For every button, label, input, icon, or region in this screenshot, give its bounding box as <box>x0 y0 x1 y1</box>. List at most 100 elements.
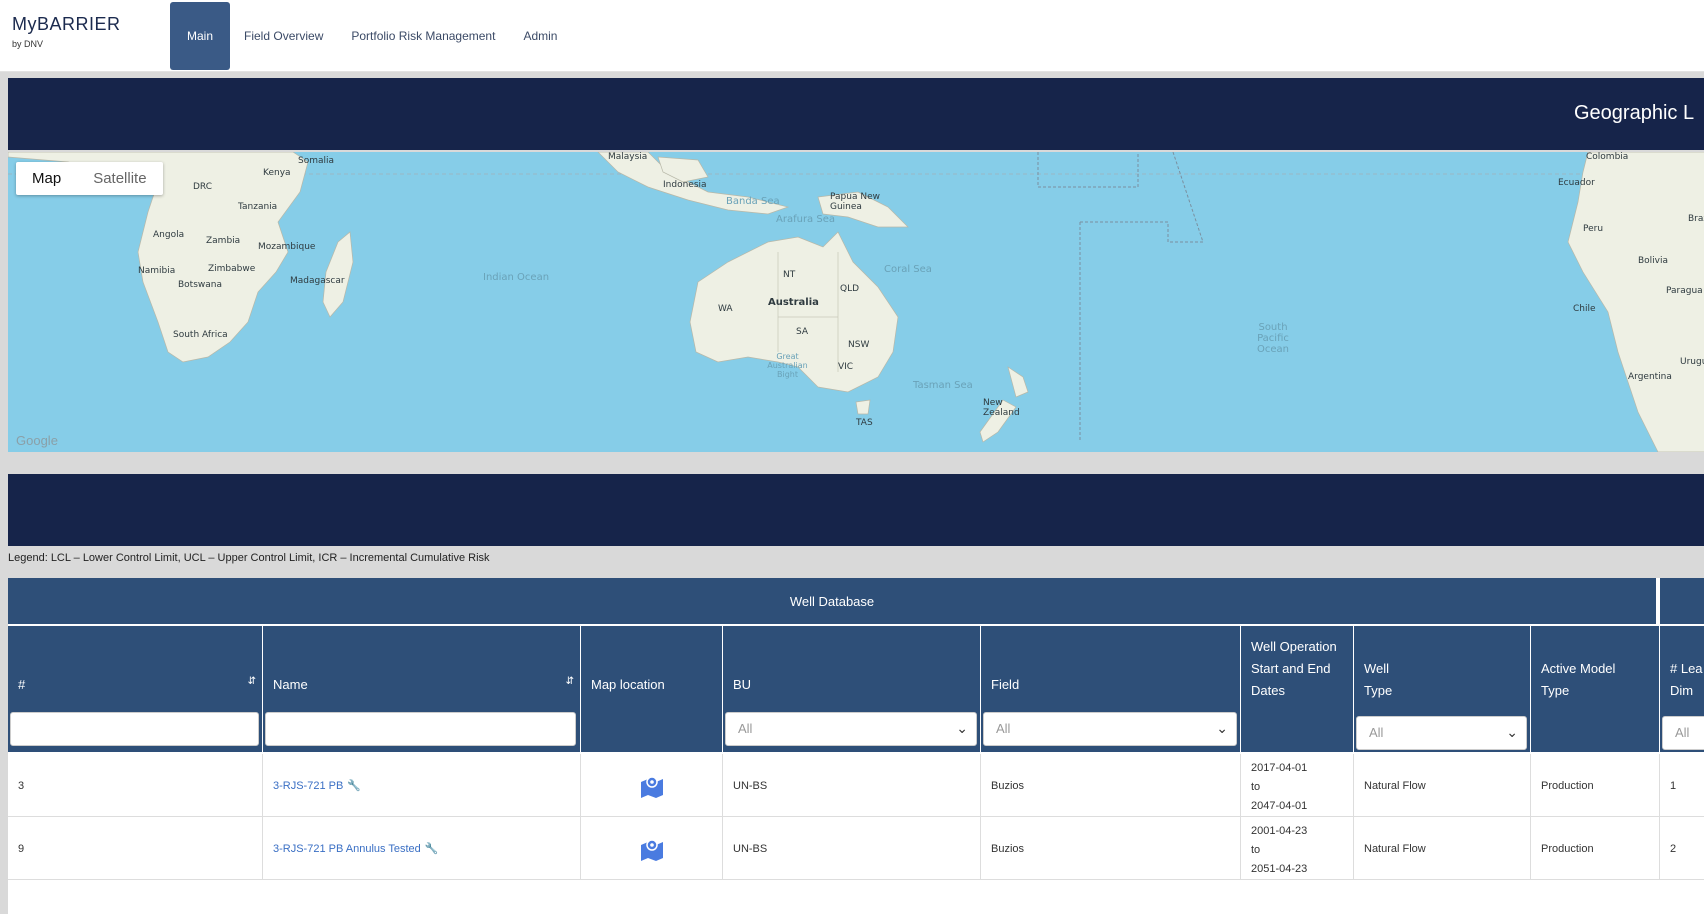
map-label-south-africa: South Africa <box>173 330 228 340</box>
cell-id: 3 <box>8 754 263 817</box>
cell-leak: 1 <box>1660 754 1704 817</box>
map-location-icon[interactable] <box>639 837 665 861</box>
column-header-field: Field All ⌄ <box>981 626 1241 752</box>
map-label-tas: TAS <box>856 418 873 428</box>
column-header-name[interactable]: Name ⇵ <box>263 626 581 752</box>
cell-map-location <box>581 754 723 817</box>
column-header-bu: BU All ⌄ <box>723 626 981 752</box>
map-label-tanzania: Tanzania <box>238 202 278 212</box>
column-header-well-type: Well Type All ⌄ <box>1354 626 1531 752</box>
leak-filter-value: All <box>1675 725 1690 740</box>
chevron-down-icon: ⌄ <box>1506 724 1518 740</box>
field-filter-value: All <box>996 721 1011 736</box>
table-row-partial[interactable] <box>8 880 1704 914</box>
map-label-kenya: Kenya <box>263 168 291 178</box>
cell-name[interactable]: 3-RJS-721 PB Annulus Tested 🔧 <box>263 817 581 880</box>
end-date: 2047-04-01 <box>1251 800 1308 812</box>
map-type-satellite-button[interactable]: Satellite <box>77 162 162 195</box>
app-frame: MyBARRIER by DNV Main Field Overview Por… <box>0 0 1704 914</box>
column-label-well-type: Well Type <box>1364 661 1393 698</box>
map-label-indonesia: Indonesia <box>663 180 707 190</box>
wrench-icon[interactable]: 🔧 <box>347 779 361 792</box>
end-date: 2051-04-23 <box>1251 863 1308 875</box>
well-type-filter-select[interactable]: All ⌄ <box>1356 716 1527 750</box>
table-title-extension <box>1660 578 1704 624</box>
map-label-botswana: Botswana <box>178 280 222 290</box>
column-header-map-location: Map location <box>581 626 723 752</box>
column-header-model-type: Active Model Type <box>1531 626 1660 752</box>
table-row[interactable]: 3 3-RJS-721 PB 🔧 UN-BS Buzios 2017-04-01 t… <box>8 754 1704 817</box>
map-label-wa: WA <box>718 304 733 314</box>
bu-filter-select[interactable]: All ⌄ <box>725 712 977 746</box>
logo[interactable]: MyBARRIER by DNV <box>12 14 121 49</box>
map-label-nt: NT <box>783 270 796 280</box>
field-filter-select[interactable]: All ⌄ <box>983 712 1237 746</box>
cell-name[interactable]: 3-RJS-721 PB 🔧 <box>263 754 581 817</box>
map-label-great-australian-bight: Great Australian Bight <box>767 352 808 379</box>
well-name-link[interactable]: 3-RJS-721 PB <box>273 780 343 792</box>
map-label-chile: Chile <box>1573 304 1596 314</box>
database-panel-header <box>8 474 1704 546</box>
main-nav: Main Field Overview Portfolio Risk Manag… <box>170 2 571 70</box>
nav-field-overview[interactable]: Field Overview <box>230 2 337 70</box>
column-header-dates: Well Operation Start and End Dates <box>1241 626 1354 752</box>
cell-map-location <box>581 817 723 880</box>
table-row[interactable]: 9 3-RJS-721 PB Annulus Tested 🔧 UN-BS Buz… <box>8 817 1704 880</box>
cell-model-type: Production <box>1531 754 1660 817</box>
map-label-zambia: Zambia <box>206 236 241 246</box>
nav-portfolio-risk-management[interactable]: Portfolio Risk Management <box>337 2 509 70</box>
nav-admin[interactable]: Admin <box>509 2 571 70</box>
date-separator: to <box>1251 844 1261 856</box>
map-label-south-pacific-ocean: South Pacific Ocean <box>1257 322 1289 355</box>
world-map[interactable]: Map Satellite Somalia Kenya DRC Tanzania… <box>8 152 1704 452</box>
id-filter-input[interactable] <box>10 712 259 746</box>
map-label-peru: Peru <box>1583 224 1604 234</box>
leak-filter-select[interactable]: All <box>1662 716 1704 750</box>
start-date: 2001-04-23 <box>1251 825 1308 837</box>
column-header-leak: # Lea Dim All <box>1660 626 1704 752</box>
nav-main[interactable]: Main <box>170 2 231 70</box>
map-label-argentina: Argentina <box>1628 372 1672 382</box>
map-label-papua-new-guinea: Papua New Guinea <box>830 192 880 212</box>
geographic-panel-title: Geographic L <box>1574 102 1695 124</box>
column-label-bu: BU <box>733 677 752 692</box>
wrench-icon[interactable]: 🔧 <box>425 842 439 855</box>
map-label-arafura-sea: Arafura Sea <box>776 214 835 225</box>
map-label-banda-sea: Banda Sea <box>726 196 780 207</box>
cell-field: Buzios <box>981 817 1241 880</box>
map-label-colombia: Colombia <box>1586 152 1629 162</box>
map-label-new-zealand: New Zealand <box>983 398 1020 418</box>
cell-dates: 2017-04-01 to 2047-04-01 <box>1241 754 1354 817</box>
name-filter-input[interactable] <box>265 712 576 746</box>
map-type-map-button[interactable]: Map <box>16 162 77 195</box>
column-label-id: # <box>18 677 26 692</box>
column-header-id[interactable]: # ⇵ <box>8 626 263 752</box>
logo-title: MyBARRIER <box>12 14 121 34</box>
column-label-name: Name <box>273 677 308 692</box>
google-attribution[interactable]: Google <box>16 433 58 448</box>
map-label-madagascar: Madagascar <box>290 276 345 286</box>
well-type-filter-value: All <box>1369 725 1384 740</box>
cell-well-type: Natural Flow <box>1354 817 1531 880</box>
sort-icon[interactable]: ⇵ <box>566 676 574 687</box>
sort-icon[interactable]: ⇵ <box>248 676 256 687</box>
map-label-sa: SA <box>796 327 809 337</box>
map-label-mozambique: Mozambique <box>258 242 316 252</box>
well-database-table: Well Database # ⇵ Name ⇵ Map location BU… <box>8 578 1704 914</box>
map-label-vic: VIC <box>838 362 854 372</box>
date-separator: to <box>1251 781 1261 793</box>
map-location-icon[interactable] <box>639 774 665 798</box>
column-label-dates: Well Operation Start and End Dates <box>1251 639 1337 698</box>
geographic-panel-header: Geographic L <box>8 78 1704 150</box>
map-type-toggle: Map Satellite <box>16 162 163 195</box>
map-label-bolivia: Bolivia <box>1638 256 1669 266</box>
cell-well-type: Natural Flow <box>1354 754 1531 817</box>
well-name-link[interactable]: 3-RJS-721 PB Annulus Tested <box>273 843 421 855</box>
column-label-map-location: Map location <box>591 677 665 692</box>
map-label-coral-sea: Coral Sea <box>884 264 932 275</box>
legend-text: Legend: LCL – Lower Control Limit, UCL –… <box>8 552 490 564</box>
map-label-nsw: NSW <box>848 340 870 350</box>
cell-id: 9 <box>8 817 263 880</box>
map-label-brazil: Braz <box>1688 214 1704 224</box>
map-label-tasman-sea: Tasman Sea <box>913 380 973 391</box>
